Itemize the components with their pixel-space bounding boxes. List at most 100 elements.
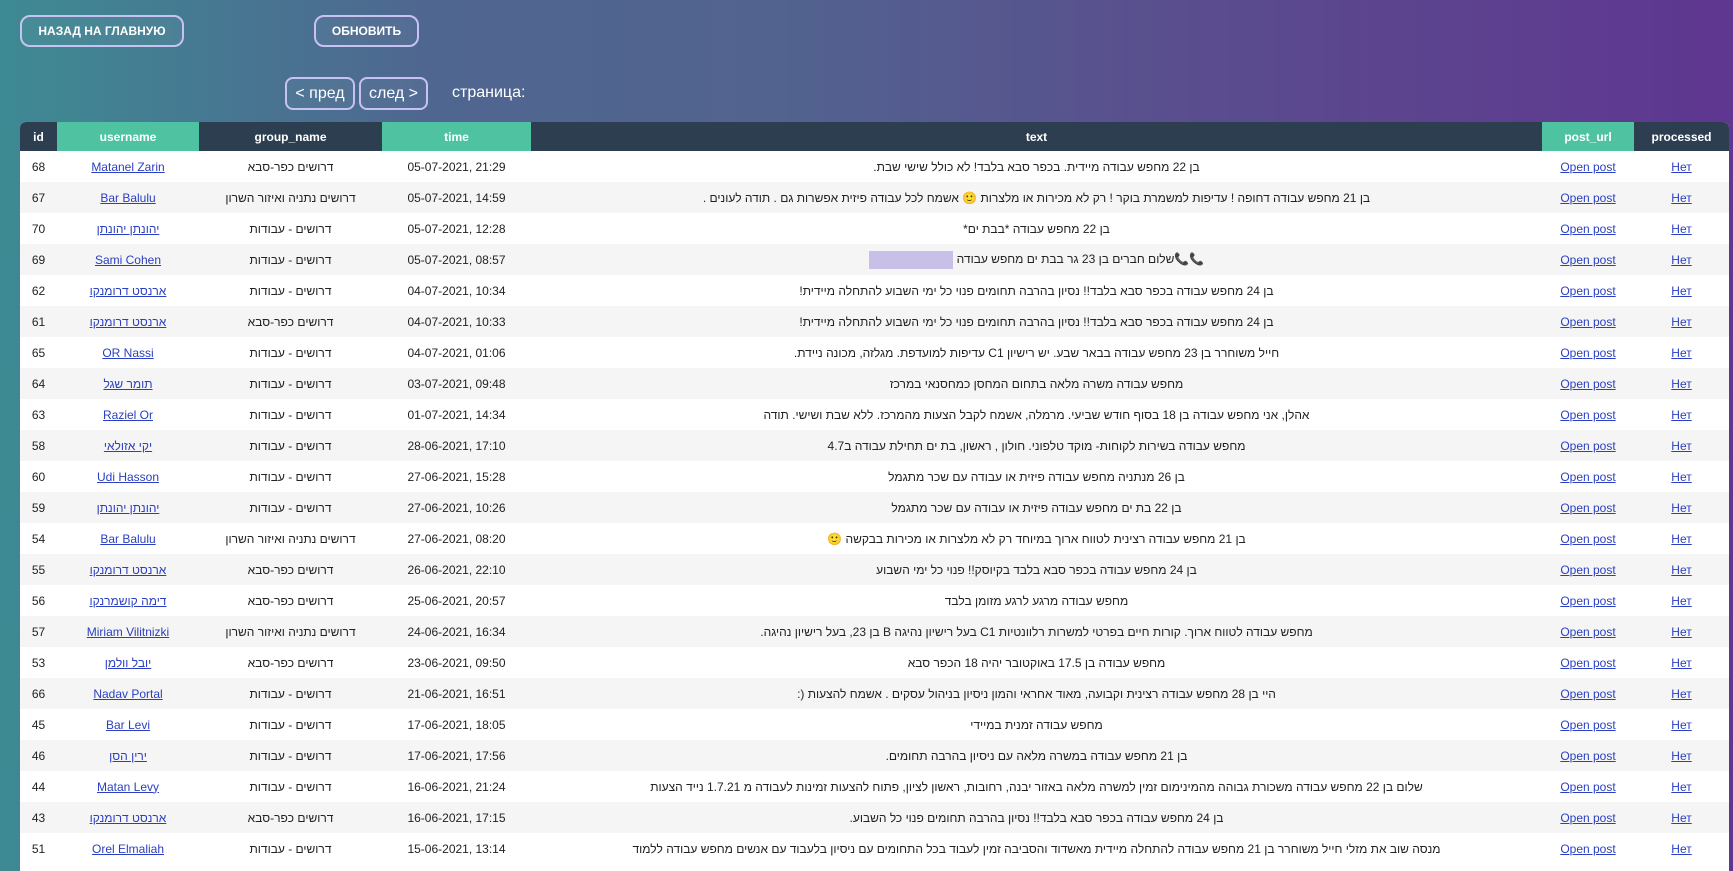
- cell-processed-link[interactable]: Нет: [1671, 253, 1691, 267]
- cell-username-link[interactable]: Miriam Vilitnizki: [87, 625, 169, 639]
- cell-text-container: מנסה שוב את מזלי חייל משוחרר בן 21 מחפש …: [531, 833, 1542, 864]
- cell-processed-link[interactable]: Нет: [1671, 470, 1691, 484]
- cell-processed-link[interactable]: Нет: [1671, 160, 1691, 174]
- cell-username-container: Bar Balulu: [57, 523, 199, 554]
- cell-processed-link[interactable]: Нет: [1671, 780, 1691, 794]
- cell-post-url-container: Open post: [1542, 275, 1634, 306]
- cell-processed-link[interactable]: Нет: [1671, 284, 1691, 298]
- cell-processed-link[interactable]: Нет: [1671, 501, 1691, 515]
- cell-username-link[interactable]: דימה קושמרנקו: [90, 594, 167, 608]
- cell-processed-link[interactable]: Нет: [1671, 222, 1691, 236]
- cell-id: 44: [31, 779, 46, 794]
- cell-text: בן 24 מחפש עבודה בכפר סבא בלבד!! נסיון ב…: [799, 314, 1274, 329]
- col-header-id[interactable]: id: [20, 122, 57, 151]
- cell-group-name-container: דרושים כפר-סבא: [199, 802, 382, 833]
- cell-processed-link[interactable]: Нет: [1671, 191, 1691, 205]
- cell-post-url-link[interactable]: Open post: [1560, 687, 1615, 701]
- cell-username-link[interactable]: ירין הסן: [109, 749, 147, 763]
- cell-post-url-link[interactable]: Open post: [1560, 377, 1615, 391]
- cell-post-url-link[interactable]: Open post: [1560, 284, 1615, 298]
- cell-username-link[interactable]: ארנסט דרומנקו: [90, 563, 167, 577]
- cell-username-link[interactable]: Orel Elmaliah: [92, 842, 164, 856]
- cell-username-link[interactable]: Udi Hasson: [97, 470, 159, 484]
- cell-post-url-container: Open post: [1542, 678, 1634, 709]
- cell-processed-link[interactable]: Нет: [1671, 687, 1691, 701]
- col-header-group-name[interactable]: group_name: [199, 122, 382, 151]
- cell-time-container: 28-06-2021, 17:10: [382, 430, 531, 461]
- cell-id: 63: [31, 407, 46, 422]
- cell-username-link[interactable]: ארנסט דרומנקו: [90, 315, 167, 329]
- cell-username-link[interactable]: ארנסט דרומנקו: [90, 284, 167, 298]
- cell-post-url-link[interactable]: Open post: [1560, 253, 1615, 267]
- cell-post-url-link[interactable]: Open post: [1560, 842, 1615, 856]
- table-row: 64 תומר שגל דרושים - עבודות 03-07-2021, 09:…: [20, 368, 1729, 399]
- cell-processed-link[interactable]: Нет: [1671, 315, 1691, 329]
- cell-id-container: 46: [20, 740, 57, 771]
- cell-post-url-link[interactable]: Open post: [1560, 191, 1615, 205]
- cell-username-link[interactable]: יובל וולמן: [105, 656, 152, 670]
- cell-post-url-link[interactable]: Open post: [1560, 346, 1615, 360]
- cell-username-link[interactable]: Sami Cohen: [95, 253, 161, 267]
- cell-post-url-link[interactable]: Open post: [1560, 749, 1615, 763]
- col-header-text[interactable]: text: [531, 122, 1542, 151]
- cell-post-url-link[interactable]: Open post: [1560, 160, 1615, 174]
- cell-processed-link[interactable]: Нет: [1671, 439, 1691, 453]
- cell-group-name: דרושים נתניה ואיזור השרון: [225, 190, 356, 205]
- cell-text: בן 24 מחפש עבודה בכפר סבא בלבד!! נסיון ב…: [849, 810, 1224, 825]
- cell-processed-container: Нет: [1634, 244, 1729, 275]
- cell-post-url-link[interactable]: Open post: [1560, 625, 1615, 639]
- cell-post-url-link[interactable]: Open post: [1560, 594, 1615, 608]
- cell-post-url-link[interactable]: Open post: [1560, 532, 1615, 546]
- cell-post-url-link[interactable]: Open post: [1560, 718, 1615, 732]
- cell-processed-link[interactable]: Нет: [1671, 377, 1691, 391]
- refresh-button[interactable]: ОБНОВИТЬ: [314, 15, 419, 47]
- cell-processed-link[interactable]: Нет: [1671, 811, 1691, 825]
- cell-post-url-link[interactable]: Open post: [1560, 656, 1615, 670]
- cell-processed-link[interactable]: Нет: [1671, 656, 1691, 670]
- cell-username-link[interactable]: יקי אזולאי: [104, 439, 152, 453]
- cell-post-url-link[interactable]: Open post: [1560, 315, 1615, 329]
- cell-username-container: דימה קושמרנקו: [57, 585, 199, 616]
- cell-group-name: דרושים - עבודות: [249, 686, 332, 701]
- cell-username-link[interactable]: יהונתן יהונתן: [97, 501, 160, 515]
- col-header-username[interactable]: username: [57, 122, 199, 151]
- col-header-processed[interactable]: processed: [1634, 122, 1729, 151]
- cell-id: 64: [31, 376, 46, 391]
- cell-username-link[interactable]: ארנסט דרומנקו: [90, 811, 167, 825]
- cell-post-url-link[interactable]: Open post: [1560, 811, 1615, 825]
- cell-username-link[interactable]: Bar Balulu: [100, 191, 155, 205]
- prev-page-button[interactable]: < пред: [285, 77, 355, 110]
- cell-post-url-link[interactable]: Open post: [1560, 408, 1615, 422]
- cell-processed-link[interactable]: Нет: [1671, 749, 1691, 763]
- cell-post-url-link[interactable]: Open post: [1560, 222, 1615, 236]
- cell-post-url-link[interactable]: Open post: [1560, 563, 1615, 577]
- cell-post-url-link[interactable]: Open post: [1560, 501, 1615, 515]
- cell-processed-link[interactable]: Нет: [1671, 842, 1691, 856]
- cell-username-link[interactable]: Bar Levi: [106, 718, 150, 732]
- cell-processed-link[interactable]: Нет: [1671, 625, 1691, 639]
- cell-text: בן 22 מחפש עבודה מיידית. בכפר סבא בלבד! …: [873, 159, 1200, 174]
- cell-username-link[interactable]: Bar Balulu: [100, 532, 155, 546]
- cell-processed-link[interactable]: Нет: [1671, 718, 1691, 732]
- cell-username-link[interactable]: Matanel Zarin: [91, 160, 164, 174]
- cell-username-link[interactable]: Matan Levy: [97, 780, 159, 794]
- cell-post-url-link[interactable]: Open post: [1560, 470, 1615, 484]
- cell-processed-link[interactable]: Нет: [1671, 346, 1691, 360]
- cell-username-link[interactable]: תומר שגל: [103, 377, 152, 391]
- cell-processed-link[interactable]: Нет: [1671, 408, 1691, 422]
- cell-username-link[interactable]: OR Nassi: [102, 346, 153, 360]
- col-header-post-url[interactable]: post_url: [1542, 122, 1634, 151]
- cell-group-name: דרושים כפר-סבא: [247, 159, 334, 174]
- col-header-time[interactable]: time: [382, 122, 531, 151]
- next-page-button[interactable]: след >: [359, 77, 428, 110]
- cell-processed-link[interactable]: Нет: [1671, 563, 1691, 577]
- back-to-main-button[interactable]: НАЗАД НА ГЛАВНУЮ: [20, 15, 184, 47]
- cell-username-link[interactable]: יהונתן יהונתן: [97, 222, 160, 236]
- cell-processed-link[interactable]: Нет: [1671, 532, 1691, 546]
- cell-processed-link[interactable]: Нет: [1671, 594, 1691, 608]
- cell-post-url-link[interactable]: Open post: [1560, 439, 1615, 453]
- cell-username-link[interactable]: Nadav Portal: [93, 687, 162, 701]
- cell-username-link[interactable]: Raziel Or: [103, 408, 153, 422]
- cell-post-url-link[interactable]: Open post: [1560, 780, 1615, 794]
- cell-time: 01-07-2021, 14:34: [407, 407, 506, 422]
